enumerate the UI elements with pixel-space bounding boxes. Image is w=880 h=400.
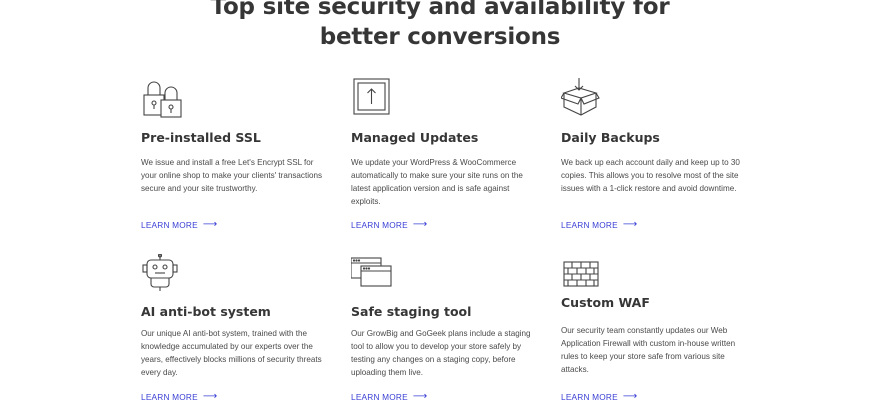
learn-more-label: LEARN MORE [141, 392, 198, 400]
heading-line-2: better conversions [319, 24, 561, 50]
backup-box-icon [561, 78, 605, 122]
learn-more-link[interactable]: LEARN MORE ⟶ [561, 219, 638, 231]
feature-description: Our GrowBig and GoGeek plans include a s… [351, 329, 531, 377]
learn-more-link[interactable]: LEARN MORE ⟶ [561, 392, 637, 400]
feature-description: Our security team constantly updates our… [561, 326, 736, 374]
feature-title: Daily Backups [561, 130, 660, 145]
learn-more-link[interactable]: LEARN MORE ⟶ [141, 392, 217, 400]
feature-card-backups: Daily Backups We back up each account da… [561, 78, 761, 238]
arrow-right-icon: ⟶ [202, 219, 218, 230]
feature-card-updates: Managed Updates We update your WordPress… [351, 78, 551, 238]
learn-more-link[interactable]: LEARN MORE ⟶ [351, 219, 428, 231]
learn-more-label: LEARN MORE [351, 392, 408, 400]
arrow-right-icon: ⟶ [412, 219, 428, 230]
padlock-icon [141, 78, 185, 122]
feature-description: We issue and install a free Let's Encryp… [141, 158, 323, 193]
arrow-right-icon: ⟶ [202, 391, 218, 400]
feature-title: Custom WAF [561, 295, 650, 310]
feature-title: Managed Updates [351, 130, 479, 145]
feature-title: Pre-installed SSL [141, 130, 261, 145]
feature-card-antibot: AI anti-bot system Our unique AI anti-bo… [141, 254, 341, 400]
bot-icon [141, 254, 185, 298]
staging-windows-icon [351, 254, 395, 298]
arrow-right-icon: ⟶ [622, 219, 638, 230]
learn-more-link[interactable]: LEARN MORE ⟶ [351, 392, 427, 400]
feature-description: Our unique AI anti-bot system, trained w… [141, 329, 322, 377]
feature-title: AI anti-bot system [141, 304, 271, 319]
arrow-right-icon: ⟶ [622, 391, 638, 400]
heading-line-1: Top site security and availability for [210, 0, 670, 20]
feature-card-waf: Custom WAF Our security team constantly … [561, 254, 761, 400]
learn-more-label: LEARN MORE [561, 392, 618, 400]
update-icon [351, 78, 395, 122]
feature-description: We update your WordPress & WooCommerce a… [351, 158, 523, 206]
learn-more-label: LEARN MORE [141, 220, 198, 230]
feature-title: Safe staging tool [351, 304, 472, 319]
feature-description: We back up each account daily and keep u… [561, 158, 740, 193]
section-heading: Top site security and availability for b… [0, 0, 880, 52]
learn-more-link[interactable]: LEARN MORE ⟶ [141, 219, 218, 231]
firewall-icon [561, 254, 605, 298]
feature-card-ssl: Pre-installed SSL We issue and install a… [141, 78, 341, 238]
learn-more-label: LEARN MORE [351, 220, 408, 230]
feature-card-staging: Safe staging tool Our GrowBig and GoGeek… [351, 254, 551, 400]
arrow-right-icon: ⟶ [412, 391, 428, 400]
learn-more-label: LEARN MORE [561, 220, 618, 230]
